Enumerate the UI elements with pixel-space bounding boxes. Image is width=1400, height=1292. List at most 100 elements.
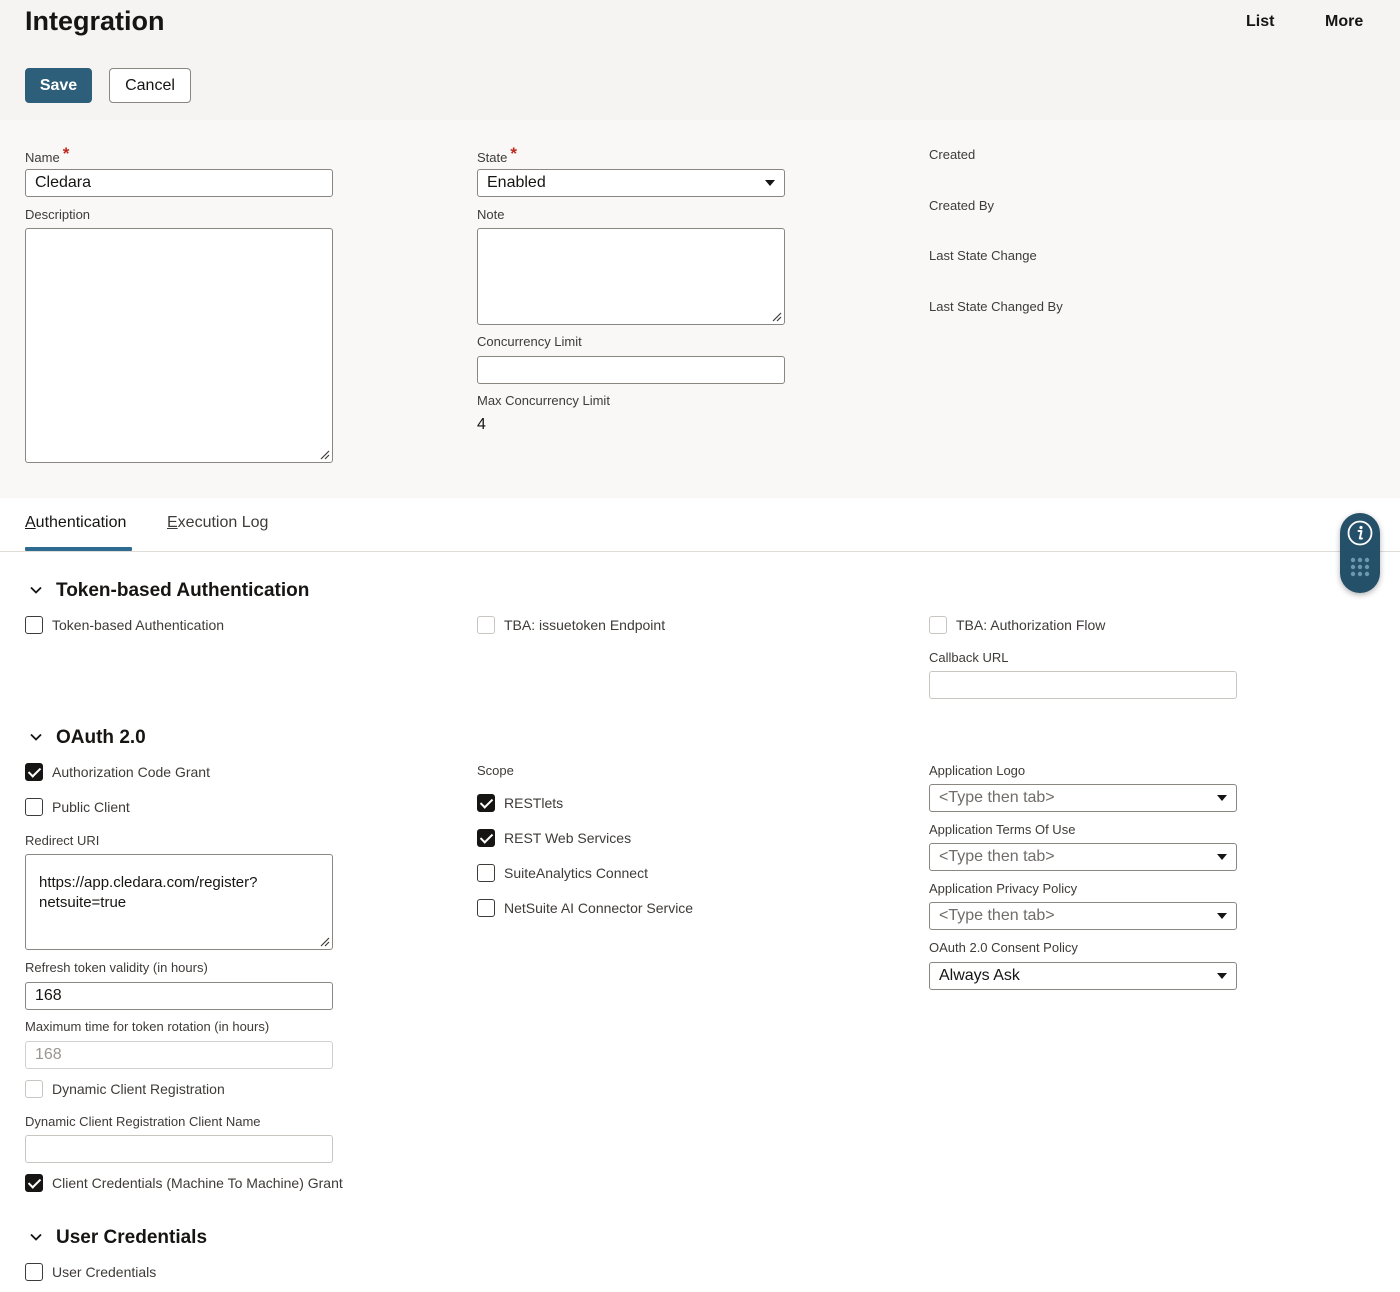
- resize-grip-icon[interactable]: [319, 936, 330, 947]
- page-title: Integration: [25, 6, 165, 36]
- cancel-button[interactable]: Cancel: [109, 68, 191, 103]
- resize-grip-icon[interactable]: [771, 311, 782, 322]
- checkbox-box[interactable]: [25, 763, 43, 781]
- help-widget[interactable]: [1340, 513, 1380, 593]
- name-input-value: Cledara: [35, 174, 92, 191]
- resize-grip-icon[interactable]: [319, 449, 330, 460]
- state-label: State *: [477, 144, 517, 165]
- checkbox-box[interactable]: [477, 829, 495, 847]
- user-credentials-checkbox[interactable]: User Credentials: [25, 1263, 156, 1281]
- last-state-changed-by-label: Last State Changed By: [929, 299, 1063, 314]
- name-input[interactable]: Cledara: [25, 169, 333, 197]
- consent-policy-select[interactable]: Always Ask: [929, 962, 1237, 990]
- section-title-oauth[interactable]: OAuth 2.0: [56, 727, 146, 749]
- concurrency-limit-input[interactable]: [477, 356, 785, 384]
- scope-rest-web-services-checkbox[interactable]: REST Web Services: [477, 829, 631, 847]
- required-marker: *: [510, 144, 517, 163]
- chevron-down-icon[interactable]: [29, 583, 43, 597]
- max-token-rotation-label: Maximum time for token rotation (in hour…: [25, 1019, 270, 1034]
- checkbox-label: Dynamic Client Registration: [52, 1081, 225, 1097]
- privacy-policy-select[interactable]: <Type then tab>: [929, 902, 1237, 930]
- checkbox-label: RESTlets: [504, 795, 564, 811]
- required-marker: *: [62, 144, 70, 163]
- max-token-rotation-input: 168: [25, 1041, 333, 1069]
- save-button[interactable]: Save: [25, 68, 92, 103]
- refresh-token-validity-value: 168: [35, 987, 62, 1004]
- checkbox-label: Public Client: [52, 799, 130, 815]
- state-select-value: Enabled: [487, 174, 546, 191]
- dcr-client-name-input[interactable]: [25, 1135, 333, 1163]
- tba-issuetoken-endpoint-checkbox[interactable]: TBA: issuetoken Endpoint: [477, 616, 665, 634]
- tab-authentication[interactable]: Authentication: [25, 514, 126, 532]
- checkbox-box[interactable]: [929, 616, 947, 634]
- checkbox-label: TBA: issuetoken Endpoint: [504, 617, 666, 633]
- note-textarea[interactable]: [477, 228, 785, 325]
- chevron-down-icon[interactable]: [29, 730, 43, 744]
- grid-menu-icon[interactable]: [1349, 556, 1371, 578]
- checkbox-label: User Credentials: [52, 1264, 157, 1280]
- checkbox-box[interactable]: [477, 794, 495, 812]
- scope-suiteanalytics-connect-checkbox[interactable]: SuiteAnalytics Connect: [477, 864, 648, 882]
- section-title-tba[interactable]: Token-based Authentication: [56, 580, 309, 602]
- checkbox-box[interactable]: [25, 1080, 43, 1098]
- authorization-code-grant-checkbox[interactable]: Authorization Code Grant: [25, 763, 210, 781]
- created-label: Created: [929, 147, 976, 162]
- last-state-change-label: Last State Change: [929, 248, 1037, 263]
- checkbox-label: SuiteAnalytics Connect: [504, 865, 648, 881]
- checkbox-label: TBA: Authorization Flow: [956, 617, 1106, 633]
- tabs-divider: [0, 551, 1400, 552]
- dcr-client-name-label: Dynamic Client Registration Client Name: [25, 1114, 261, 1129]
- caret-down-icon: [1217, 973, 1227, 979]
- section-title-user-credentials[interactable]: User Credentials: [56, 1227, 207, 1249]
- more-link[interactable]: More: [1325, 13, 1363, 31]
- terms-of-use-select[interactable]: <Type then tab>: [929, 843, 1237, 871]
- concurrency-limit-label: Concurrency Limit: [477, 334, 582, 349]
- description-label: Description: [25, 207, 91, 222]
- tba-authorization-flow-checkbox[interactable]: TBA: Authorization Flow: [929, 616, 1105, 634]
- caret-down-icon: [1217, 854, 1227, 860]
- caret-down-icon: [765, 180, 775, 186]
- privacy-policy-label: Application Privacy Policy: [929, 881, 1078, 896]
- chevron-down-icon[interactable]: [29, 1230, 43, 1244]
- application-logo-label: Application Logo: [929, 763, 1026, 778]
- privacy-policy-placeholder: <Type then tab>: [939, 907, 1055, 924]
- max-concurrency-limit-value: 4: [477, 416, 486, 433]
- checkbox-box[interactable]: [477, 616, 495, 634]
- dynamic-client-registration-checkbox[interactable]: Dynamic Client Registration: [25, 1080, 225, 1098]
- consent-policy-label: OAuth 2.0 Consent Policy: [929, 940, 1078, 955]
- info-icon[interactable]: [1346, 519, 1374, 547]
- created-by-label: Created By: [929, 198, 995, 213]
- application-logo-select[interactable]: <Type then tab>: [929, 784, 1237, 812]
- checkbox-label: NetSuite AI Connector Service: [504, 900, 694, 916]
- checkbox-box[interactable]: [25, 616, 43, 634]
- redirect-uri-line: https://app.cledara.com/register?: [39, 874, 258, 891]
- callback-url-input[interactable]: [929, 671, 1237, 699]
- note-label: Note: [477, 207, 505, 222]
- scope-ai-connector-checkbox[interactable]: NetSuite AI Connector Service: [477, 899, 693, 917]
- checkbox-box[interactable]: [25, 1263, 43, 1281]
- checkbox-label: Token-based Authentication: [52, 617, 225, 633]
- checkbox-box[interactable]: [25, 1174, 43, 1192]
- max-concurrency-limit-label: Max Concurrency Limit: [477, 393, 610, 408]
- client-credentials-grant-checkbox[interactable]: Client Credentials (Machine To Machine) …: [25, 1174, 343, 1192]
- checkbox-box[interactable]: [25, 798, 43, 816]
- public-client-checkbox[interactable]: Public Client: [25, 798, 130, 816]
- token-based-auth-checkbox[interactable]: Token-based Authentication: [25, 616, 224, 634]
- consent-policy-value: Always Ask: [939, 967, 1020, 984]
- name-label: Name *: [25, 144, 70, 165]
- caret-down-icon: [1217, 795, 1227, 801]
- max-token-rotation-value: 168: [35, 1046, 62, 1063]
- callback-url-label: Callback URL: [929, 650, 1009, 665]
- redirect-uri-textarea[interactable]: https://app.cledara.com/register? netsui…: [25, 854, 333, 950]
- tab-execution-log[interactable]: Execution Log: [167, 514, 268, 532]
- refresh-token-validity-input[interactable]: 168: [25, 982, 333, 1010]
- checkbox-label: Authorization Code Grant: [52, 764, 210, 780]
- checkbox-box[interactable]: [477, 864, 495, 882]
- checkbox-box[interactable]: [477, 899, 495, 917]
- scope-restlets-checkbox[interactable]: RESTlets: [477, 794, 563, 812]
- list-link[interactable]: List: [1246, 13, 1274, 31]
- terms-of-use-placeholder: <Type then tab>: [939, 848, 1055, 865]
- description-textarea[interactable]: [25, 228, 333, 463]
- redirect-uri-label: Redirect URI: [25, 833, 100, 848]
- state-select[interactable]: Enabled: [477, 169, 785, 197]
